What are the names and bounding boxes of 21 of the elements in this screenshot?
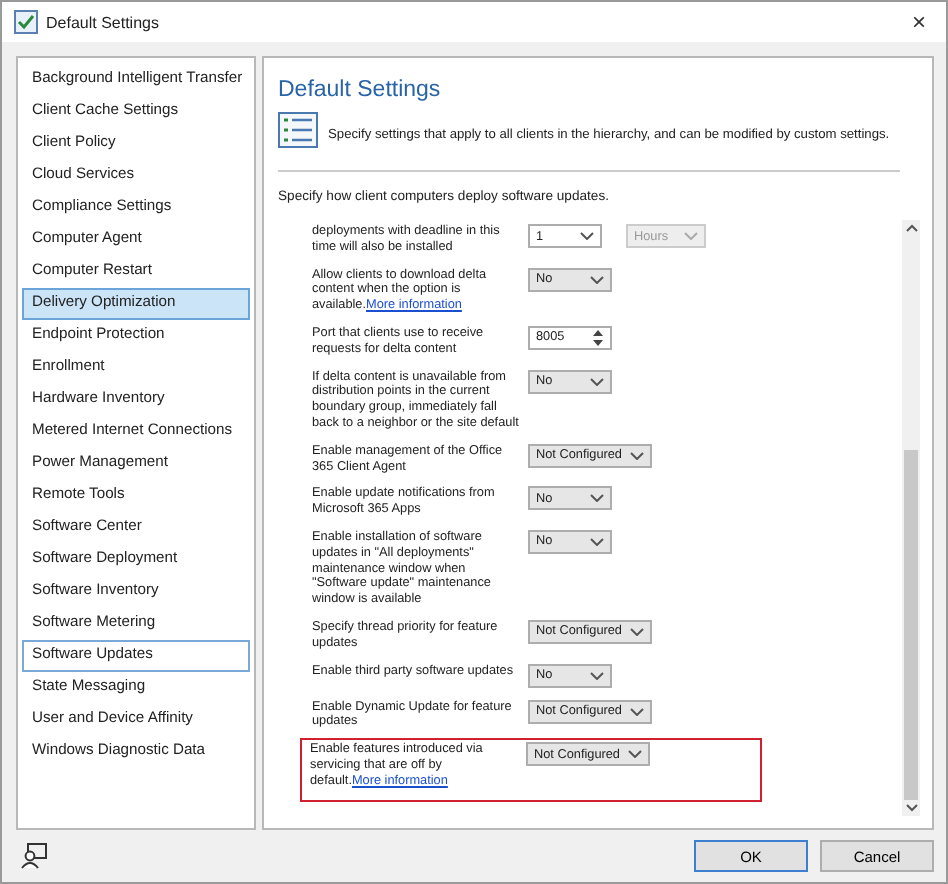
user-computer-icon xyxy=(20,842,48,870)
caret-icon xyxy=(590,275,604,284)
panel-title: Default Settings xyxy=(278,78,443,102)
scroll-down-icon[interactable] xyxy=(905,804,917,812)
caret-icon xyxy=(590,494,604,503)
window-title: Default Settings xyxy=(46,13,161,31)
caret-icon xyxy=(590,537,604,546)
checklist-icon xyxy=(14,10,38,34)
scroll-up-icon[interactable] xyxy=(905,224,917,232)
list-icon xyxy=(278,112,318,148)
caret-icon xyxy=(580,232,594,240)
caret-icon xyxy=(590,671,604,680)
spin-arrows-icon xyxy=(592,327,604,348)
caret-icon xyxy=(630,627,644,636)
caret-icon xyxy=(630,451,644,460)
caret-icon xyxy=(628,750,642,759)
close-button[interactable]: × xyxy=(903,8,934,36)
caret-icon xyxy=(684,232,698,240)
scrollbar[interactable] xyxy=(902,220,920,816)
caret-icon xyxy=(590,377,604,386)
caret-icon xyxy=(630,707,644,716)
